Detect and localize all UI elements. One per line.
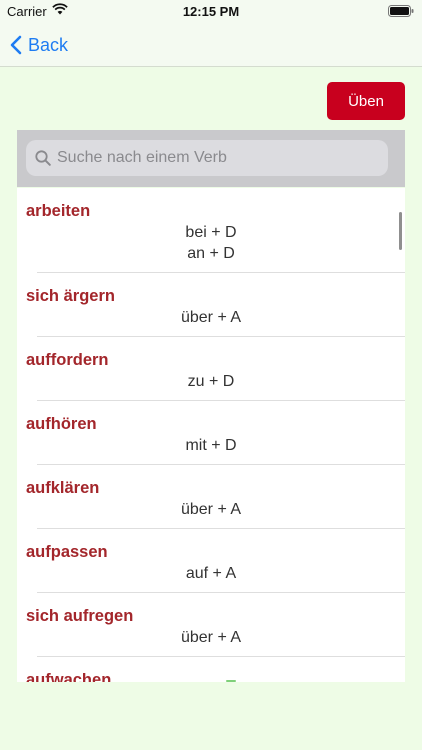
- search-bar: [17, 130, 405, 187]
- list-item[interactable]: aufklären über + A: [17, 465, 405, 529]
- preposition-label: zu + D: [187, 373, 235, 390]
- list-item[interactable]: aufpassen auf + A: [17, 529, 405, 593]
- preposition-label: über + A: [180, 629, 242, 646]
- list-peek-mark: [226, 680, 236, 682]
- status-bar: Carrier 12:15 PM: [0, 0, 422, 24]
- preposition-label: mit + D: [185, 437, 237, 454]
- list-item[interactable]: aufwachen: [17, 657, 405, 682]
- verb-label: aufwachen: [26, 671, 112, 682]
- practice-button[interactable]: Üben: [327, 82, 405, 120]
- verb-label: aufhören: [26, 415, 97, 433]
- navigation-bar: Back: [0, 24, 422, 67]
- list-item[interactable]: arbeiten bei + D an + D: [17, 188, 405, 273]
- verb-label: aufpassen: [26, 543, 108, 561]
- preposition-label: an + D: [187, 245, 235, 262]
- battery-icon: [388, 5, 414, 20]
- verb-list[interactable]: arbeiten bei + D an + D sich ärgern über + A…: [17, 188, 405, 682]
- list-item[interactable]: sich ärgern über + A: [17, 273, 405, 337]
- list-item[interactable]: sich aufregen über + A: [17, 593, 405, 657]
- preposition-label: über + A: [180, 501, 242, 518]
- list-item[interactable]: aufhören mit + D: [17, 401, 405, 465]
- verb-label: arbeiten: [26, 202, 91, 220]
- preposition-label: bei + D: [185, 224, 237, 241]
- scroll-indicator[interactable]: [399, 212, 402, 250]
- search-field[interactable]: [26, 140, 388, 176]
- clock: 12:15 PM: [182, 4, 240, 19]
- search-input[interactable]: [57, 149, 357, 167]
- back-button[interactable]: Back: [10, 31, 68, 59]
- search-icon: [35, 150, 51, 166]
- preposition-label: über + A: [180, 309, 242, 326]
- verb-label: sich ärgern: [26, 287, 115, 305]
- chevron-left-icon: [10, 35, 22, 55]
- verb-label: sich aufregen: [26, 607, 134, 625]
- list-item[interactable]: auffordern zu + D: [17, 337, 405, 401]
- preposition-label: auf + A: [185, 565, 237, 582]
- verb-label: aufklären: [26, 479, 100, 497]
- back-label: Back: [28, 34, 69, 55]
- verb-label: auffordern: [26, 351, 109, 369]
